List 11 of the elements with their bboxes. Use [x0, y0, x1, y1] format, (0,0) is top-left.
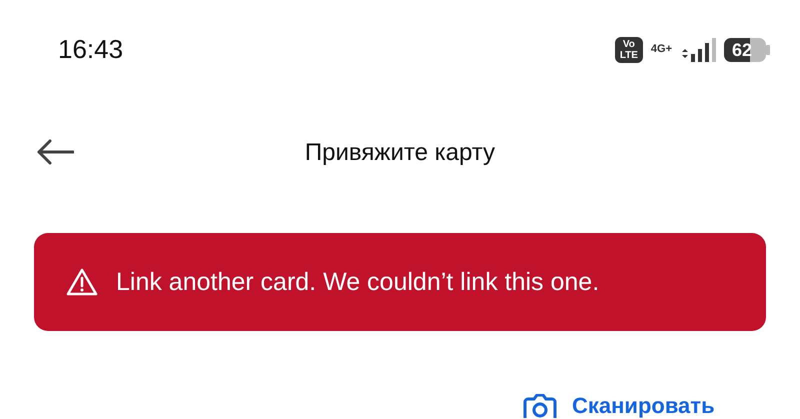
clock-time: 16:43 [58, 34, 124, 66]
error-message: Link another card. We couldn’t link this one. [116, 268, 600, 297]
page-title: Привяжите карту [304, 138, 496, 166]
battery-tip-icon [766, 44, 770, 55]
network-type: 4G+ [650, 44, 672, 56]
volte-badge: Vo LTE [614, 36, 643, 63]
camera-icon [522, 394, 558, 418]
back-arrow-icon [36, 138, 74, 165]
signal-icon [680, 38, 716, 62]
scan-button[interactable]: Сканировать [522, 393, 715, 419]
warning-icon [66, 268, 98, 296]
